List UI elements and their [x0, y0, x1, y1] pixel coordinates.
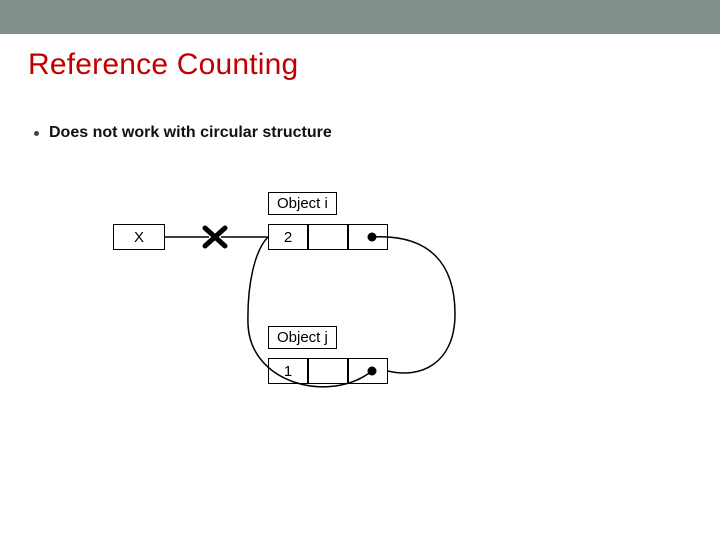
object-j-label-box: Object j: [268, 326, 337, 349]
variable-x-box: X: [113, 224, 165, 250]
top-decorative-strip: [0, 0, 720, 34]
object-j-refcount-cell: 1: [268, 358, 308, 384]
object-i-data-cell: [308, 224, 348, 250]
diagram-connectors: [0, 34, 720, 540]
object-i-label: Object i: [277, 195, 328, 212]
variable-x-label: X: [134, 229, 144, 246]
pointer-i-to-j-curve: [372, 237, 455, 373]
object-i-label-box: Object i: [268, 192, 337, 215]
object-j-data-cell: [308, 358, 348, 384]
object-i-refcount: 2: [284, 229, 292, 246]
object-i-refcount-cell: 2: [268, 224, 308, 250]
object-i-pointer-cell: [348, 224, 388, 250]
broken-reference-icon: [205, 228, 225, 246]
object-j-refcount: 1: [284, 363, 292, 380]
slide-body: Reference Counting Does not work with ci…: [0, 34, 720, 540]
diagram: X Object i 2 Object j 1: [0, 34, 720, 540]
object-j-label: Object j: [277, 329, 328, 346]
object-j-pointer-cell: [348, 358, 388, 384]
